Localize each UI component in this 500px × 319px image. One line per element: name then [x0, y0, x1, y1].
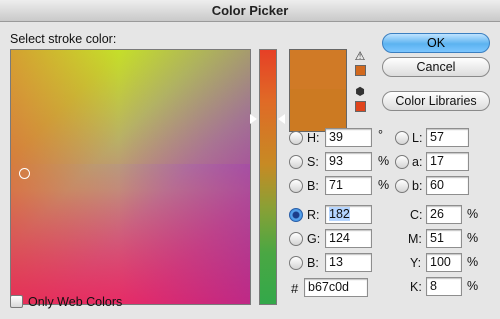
label-b-brightness: B:: [307, 179, 319, 193]
only-web-colors-label[interactable]: Only Web Colors: [28, 295, 122, 309]
input-a[interactable]: 17: [426, 152, 469, 171]
input-k[interactable]: 8: [426, 277, 462, 296]
input-m[interactable]: 51: [426, 229, 462, 248]
label-a: a:: [412, 155, 423, 169]
radio-l[interactable]: [395, 131, 409, 145]
input-c[interactable]: 26: [426, 205, 462, 224]
input-h[interactable]: 39: [325, 128, 372, 147]
label-y: Y:: [410, 256, 422, 270]
label-m: M:: [408, 232, 422, 246]
radio-s[interactable]: [289, 155, 303, 169]
label-k: K:: [410, 280, 422, 294]
hue-slider-right-arrow-icon[interactable]: [278, 114, 285, 124]
radio-b-brightness[interactable]: [289, 179, 303, 193]
input-r-value: 182: [329, 207, 350, 221]
label-c: C:: [410, 208, 423, 222]
unit-b-brightness: %: [378, 178, 390, 192]
input-b-brightness[interactable]: 71: [325, 176, 372, 195]
input-b-blue[interactable]: 13: [325, 253, 372, 272]
warning-triangle-icon[interactable]: ⚠: [354, 50, 366, 62]
current-color-swatch[interactable]: [289, 89, 347, 132]
label-l: L:: [412, 131, 423, 145]
unit-y: %: [467, 255, 479, 269]
label-b-blue: B:: [307, 256, 319, 270]
unit-s: %: [378, 154, 390, 168]
prompt-label: Select stroke color:: [10, 32, 117, 46]
color-field-cursor[interactable]: [19, 168, 30, 179]
color-libraries-button[interactable]: Color Libraries: [382, 91, 490, 111]
radio-r[interactable]: [289, 208, 303, 222]
hue-slider[interactable]: [259, 49, 277, 305]
only-web-colors-checkbox[interactable]: [10, 295, 23, 308]
color-field-horizontal-gradient: [11, 50, 250, 304]
unit-m: %: [467, 231, 479, 245]
color-field[interactable]: [10, 49, 251, 305]
input-hex[interactable]: b67c0d: [304, 278, 368, 297]
cancel-button[interactable]: Cancel: [382, 57, 490, 77]
label-hex: #: [291, 281, 299, 296]
input-s[interactable]: 93: [325, 152, 372, 171]
window-title: Color Picker: [0, 0, 500, 22]
input-l[interactable]: 57: [426, 128, 469, 147]
label-g: G:: [307, 232, 321, 246]
label-lab-b: b:: [412, 179, 423, 193]
gamut-warning-chip[interactable]: [355, 65, 366, 76]
radio-g[interactable]: [289, 232, 303, 246]
label-r: R:: [307, 208, 320, 222]
radio-a[interactable]: [395, 155, 409, 169]
cube-icon[interactable]: ⬢: [354, 86, 366, 98]
input-lab-b[interactable]: 60: [426, 176, 469, 195]
label-h: H:: [307, 131, 320, 145]
radio-h[interactable]: [289, 131, 303, 145]
unit-h: °: [378, 128, 383, 142]
ok-button[interactable]: OK: [382, 33, 490, 53]
radio-lab-b[interactable]: [395, 179, 409, 193]
input-y[interactable]: 100: [426, 253, 462, 272]
color-picker-dialog: Select stroke color: ⚠ ⬢ OK Cancel Color…: [0, 22, 500, 319]
unit-c: %: [467, 207, 479, 221]
new-color-swatch: [289, 49, 347, 89]
hue-slider-left-arrow-icon[interactable]: [250, 114, 257, 124]
radio-b-blue[interactable]: [289, 256, 303, 270]
unit-k: %: [467, 279, 479, 293]
input-g[interactable]: 124: [325, 229, 372, 248]
label-s: S:: [307, 155, 319, 169]
web-safe-chip[interactable]: [355, 101, 366, 112]
input-r[interactable]: 182: [325, 205, 372, 224]
